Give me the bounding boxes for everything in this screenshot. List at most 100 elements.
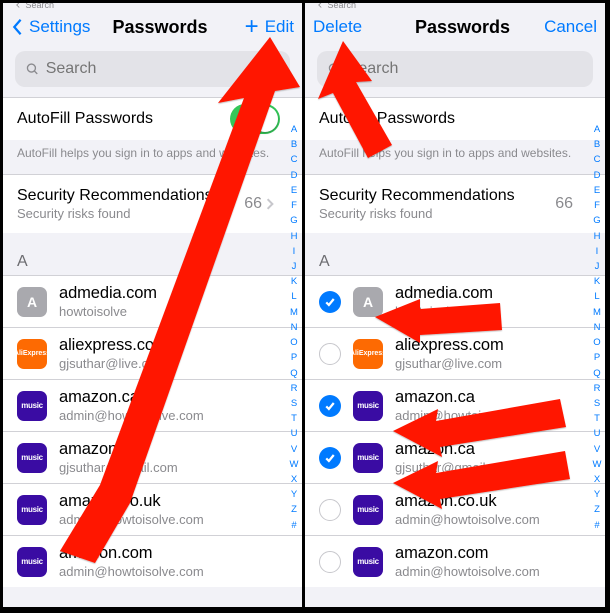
autofill-cell[interactable]: AutoFill Passwords — [305, 97, 605, 140]
index-letter[interactable]: Q — [287, 367, 301, 382]
index-letter[interactable]: B — [287, 138, 301, 153]
index-letter[interactable]: A — [590, 123, 604, 138]
index-letter[interactable]: E — [590, 184, 604, 199]
search-field[interactable] — [15, 51, 290, 87]
site-icon: music — [17, 443, 47, 473]
index-letter[interactable]: C — [287, 153, 301, 168]
index-letter[interactable]: T — [590, 412, 604, 427]
username: gjsuthar@live.com — [59, 356, 288, 372]
index-letter[interactable]: R — [590, 382, 604, 397]
site-name: amazon.co.uk — [59, 491, 288, 512]
index-letter[interactable]: K — [590, 275, 604, 290]
index-letter[interactable]: C — [590, 153, 604, 168]
site-name: aliexpress.com — [395, 335, 591, 356]
search-field[interactable] — [317, 51, 593, 87]
index-letter[interactable]: L — [590, 290, 604, 305]
index-letter[interactable]: H — [287, 230, 301, 245]
checkbox-checked[interactable] — [319, 291, 341, 313]
username: admin@howtoisolve.com — [59, 408, 288, 424]
index-letter[interactable]: W — [287, 458, 301, 473]
index-letter[interactable]: X — [287, 473, 301, 488]
index-letter[interactable]: Q — [590, 367, 604, 382]
chevron-right-icon — [266, 197, 274, 211]
security-cell[interactable]: Security Recommendations Security risks … — [3, 174, 302, 233]
index-letter[interactable]: Y — [287, 488, 301, 503]
index-letter[interactable]: # — [287, 519, 301, 534]
cancel-button[interactable]: Cancel — [544, 17, 597, 37]
password-row[interactable]: musicamazon.cagjsuthar@gmail.com — [3, 431, 302, 483]
autofill-title: AutoFill Passwords — [319, 108, 573, 130]
password-row[interactable]: musicamazon.comadmin@howtoisolve.com — [3, 535, 302, 587]
edit-button[interactable]: Edit — [265, 17, 294, 37]
index-bar[interactable]: ABCDEFGHIJKLMNOPQRSTUVWXYZ# — [590, 121, 604, 607]
index-letter[interactable]: M — [287, 306, 301, 321]
index-letter[interactable]: L — [287, 290, 301, 305]
password-row[interactable]: musicamazon.co.ukadmin@howtoisolve.com — [305, 483, 605, 535]
index-letter[interactable]: H — [590, 230, 604, 245]
index-letter[interactable]: U — [287, 427, 301, 442]
index-letter[interactable]: S — [287, 397, 301, 412]
index-letter[interactable]: G — [590, 214, 604, 229]
site-name: amazon.ca — [59, 439, 288, 460]
index-letter[interactable]: O — [590, 336, 604, 351]
index-letter[interactable]: I — [287, 245, 301, 260]
password-row[interactable]: AliExpressaliexpress.comgjsuthar@live.co… — [305, 327, 605, 379]
checkbox-checked[interactable] — [319, 395, 341, 417]
checkbox-unchecked[interactable] — [319, 343, 341, 365]
password-row[interactable]: Aadmedia.comhowtoisolve — [305, 275, 605, 327]
index-letter[interactable]: D — [590, 169, 604, 184]
password-row[interactable]: musicamazon.caadmin@howtoisolve.com — [305, 379, 605, 431]
index-letter[interactable]: P — [287, 351, 301, 366]
index-letter[interactable]: # — [590, 519, 604, 534]
index-letter[interactable]: P — [590, 351, 604, 366]
username: howtoisolve — [59, 304, 288, 320]
password-row[interactable]: AliExpressaliexpress.comgjsuthar@live.co… — [3, 327, 302, 379]
password-row[interactable]: Aadmedia.comhowtoisolve — [3, 275, 302, 327]
index-letter[interactable]: Z — [287, 503, 301, 518]
site-name: amazon.com — [395, 543, 591, 564]
index-letter[interactable]: N — [590, 321, 604, 336]
username: admin@howtoisolve.com — [59, 512, 288, 528]
checkbox-unchecked[interactable] — [319, 499, 341, 521]
index-letter[interactable]: D — [287, 169, 301, 184]
index-letter[interactable]: O — [287, 336, 301, 351]
index-letter[interactable]: F — [590, 199, 604, 214]
index-letter[interactable]: K — [287, 275, 301, 290]
index-letter[interactable]: U — [590, 427, 604, 442]
password-row[interactable]: musicamazon.co.ukadmin@howtoisolve.com — [3, 483, 302, 535]
index-letter[interactable]: S — [590, 397, 604, 412]
security-cell[interactable]: Security Recommendations Security risks … — [305, 174, 605, 233]
password-row[interactable]: musicamazon.caadmin@howtoisolve.com — [3, 379, 302, 431]
index-letter[interactable]: A — [287, 123, 301, 138]
password-row[interactable]: musicamazon.comadmin@howtoisolve.com — [305, 535, 605, 587]
index-letter[interactable]: Z — [590, 503, 604, 518]
search-input[interactable] — [348, 60, 583, 78]
index-letter[interactable]: J — [590, 260, 604, 275]
index-letter[interactable]: V — [590, 443, 604, 458]
index-letter[interactable]: W — [590, 458, 604, 473]
delete-button[interactable]: Delete — [313, 17, 362, 37]
index-letter[interactable]: X — [590, 473, 604, 488]
index-letter[interactable]: T — [287, 412, 301, 427]
add-button[interactable]: + — [245, 15, 259, 39]
index-letter[interactable]: B — [590, 138, 604, 153]
checkbox-checked[interactable] — [319, 447, 341, 469]
autofill-cell[interactable]: AutoFill Passwords — [3, 97, 302, 140]
autofill-toggle[interactable] — [230, 104, 280, 134]
index-letter[interactable]: M — [590, 306, 604, 321]
username: admin@howtoisolve.com — [395, 408, 591, 424]
index-letter[interactable]: J — [287, 260, 301, 275]
index-letter[interactable]: I — [590, 245, 604, 260]
index-letter[interactable]: Y — [590, 488, 604, 503]
index-letter[interactable]: N — [287, 321, 301, 336]
checkbox-unchecked[interactable] — [319, 551, 341, 573]
index-letter[interactable]: E — [287, 184, 301, 199]
password-row[interactable]: musicamazon.cagjsuthar@gmail.com — [305, 431, 605, 483]
index-letter[interactable]: G — [287, 214, 301, 229]
back-button[interactable]: Settings — [11, 17, 96, 37]
index-letter[interactable]: R — [287, 382, 301, 397]
index-bar[interactable]: ABCDEFGHIJKLMNOPQRSTUVWXYZ# — [287, 121, 301, 607]
index-letter[interactable]: F — [287, 199, 301, 214]
search-input[interactable] — [46, 60, 280, 78]
index-letter[interactable]: V — [287, 443, 301, 458]
